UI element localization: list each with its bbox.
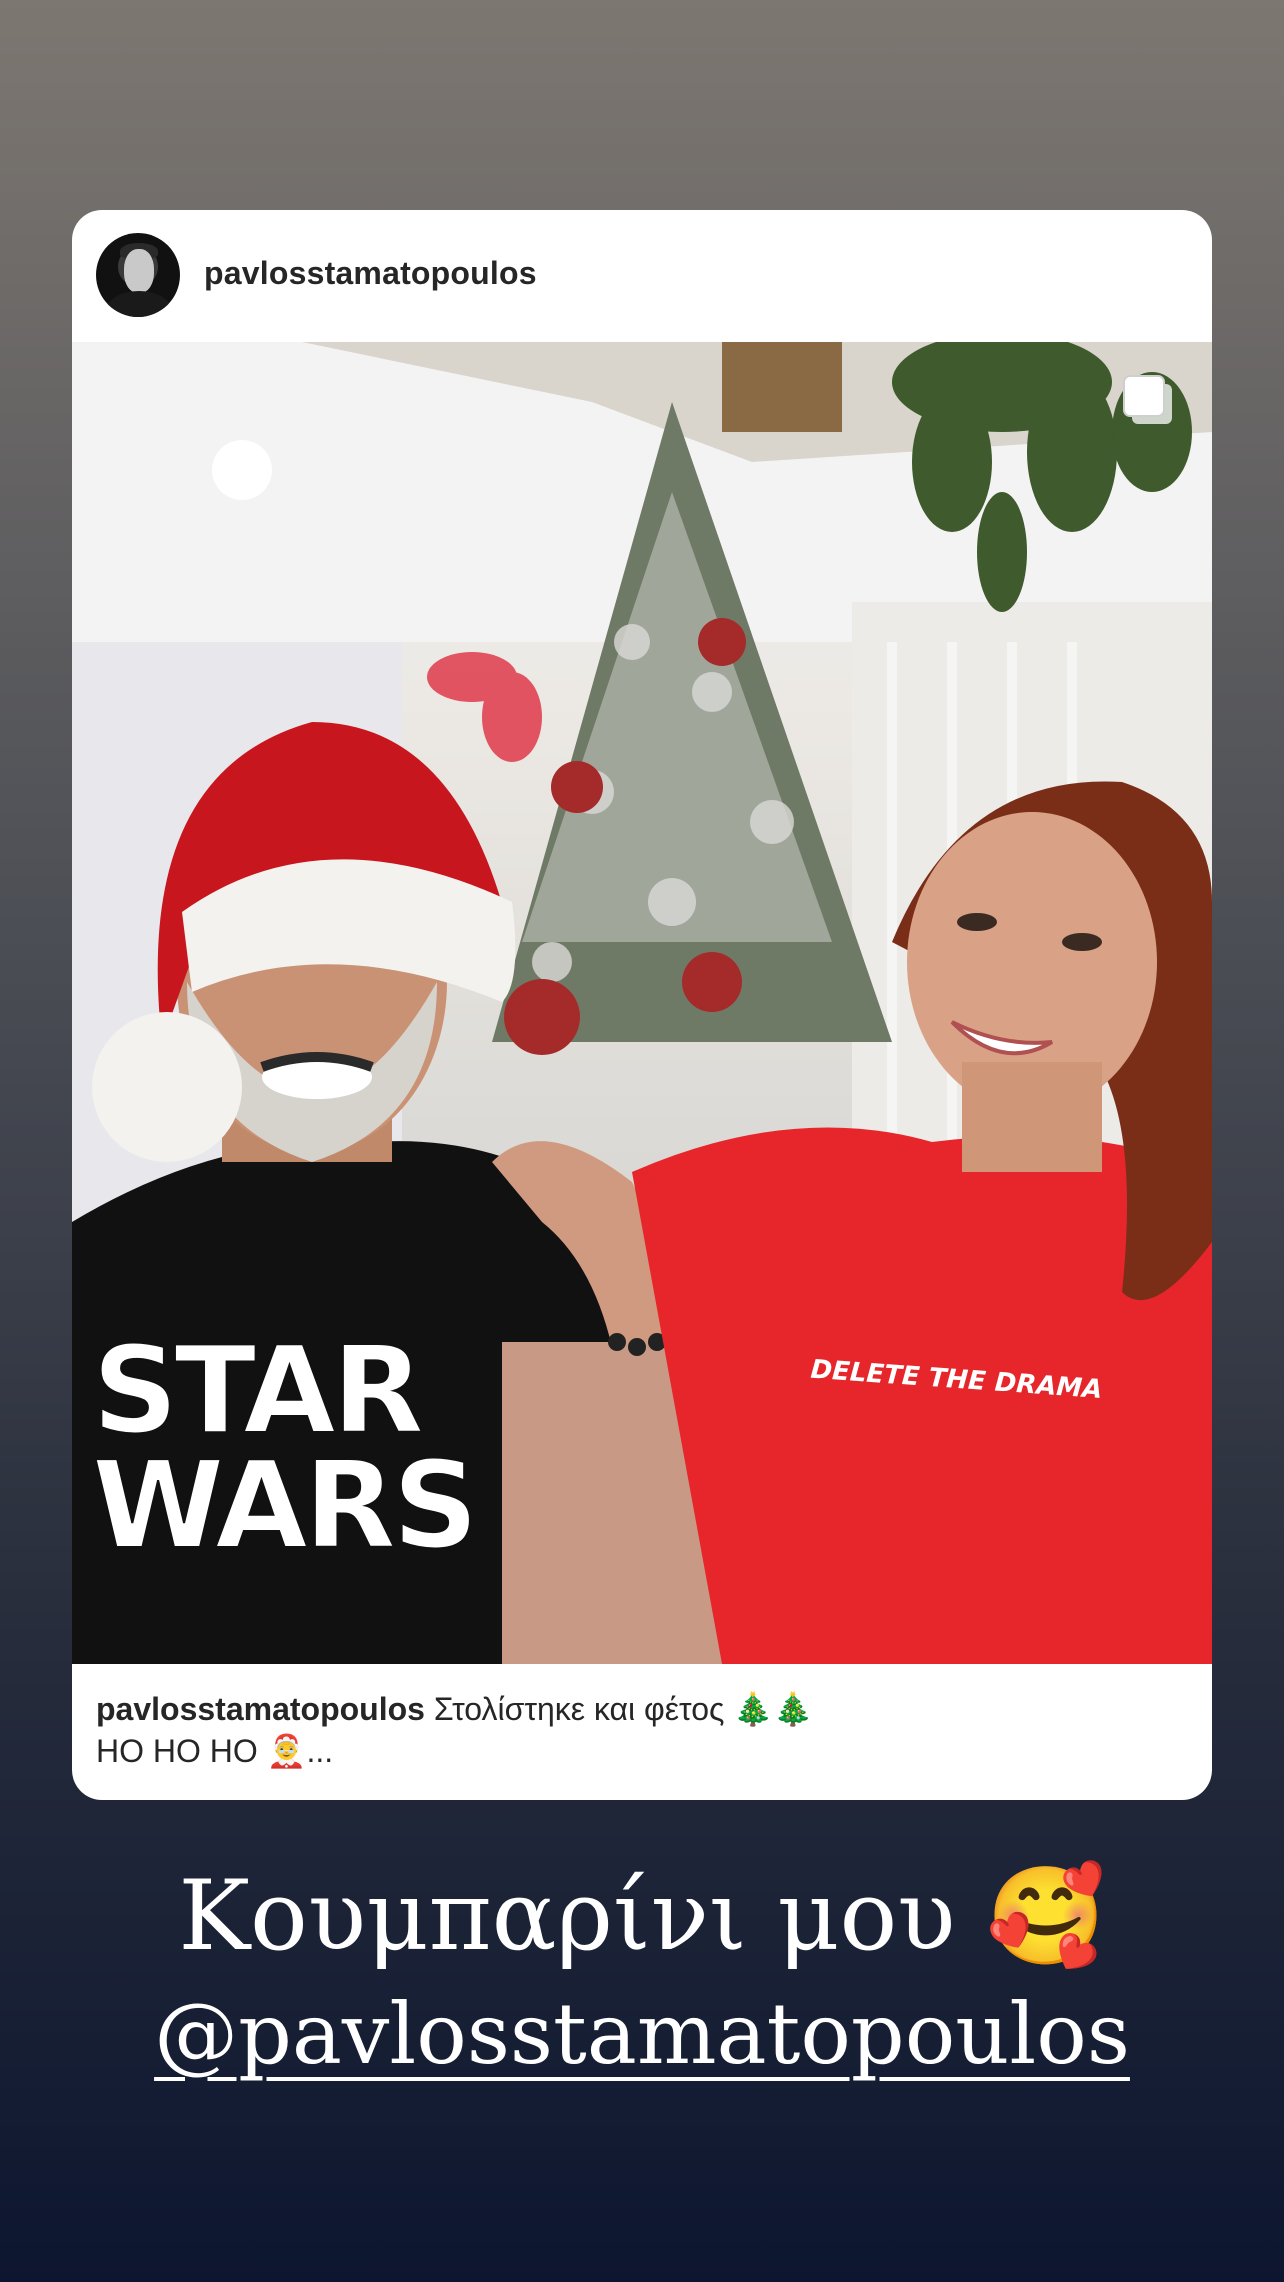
shared-post-card[interactable]: pavlosstamatopoulos STAR WARS DELETE THE… [72, 210, 1212, 1800]
mention-link[interactable]: @pavlosstamatopoulos [154, 1985, 1130, 2083]
svg-text:WARS: WARS [92, 1437, 475, 1576]
avatar[interactable] [96, 233, 180, 317]
post-username[interactable]: pavlosstamatopoulos [204, 255, 537, 292]
caption-username[interactable]: pavlosstamatopoulos [96, 1691, 425, 1727]
caption-line-1: pavlosstamatopoulos Στολίστηκε και φέτος… [96, 1688, 1196, 1730]
post-photo[interactable]: STAR WARS DELETE THE DRAMA [72, 342, 1212, 1664]
story-text: Κουμπαρίνι μου 🥰 [178, 1860, 1106, 1972]
caption-text: Στολίστηκε και φέτος 🎄🎄 [433, 1691, 814, 1727]
carousel-icon [1123, 375, 1172, 424]
post-caption: pavlosstamatopoulos Στολίστηκε και φέτος… [96, 1688, 1196, 1772]
story-mention-line: @pavlosstamatopoulos [0, 1985, 1284, 2083]
post-header: pavlosstamatopoulos [72, 210, 1212, 342]
caption-line-2: HO HO HO 🤶... [96, 1733, 334, 1769]
